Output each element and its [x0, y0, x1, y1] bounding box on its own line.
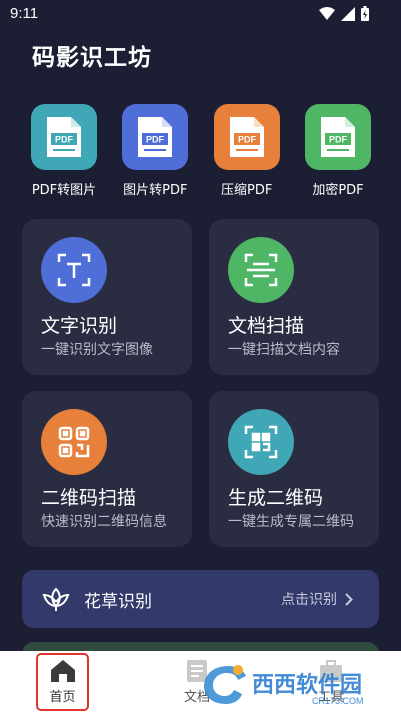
- battery-icon: [361, 6, 369, 21]
- tool-label: PDF转图片: [31, 183, 97, 198]
- flower-icon: [42, 587, 70, 611]
- pdf-file-icon: PDF: [122, 104, 189, 170]
- svg-text:PDF: PDF: [329, 135, 348, 145]
- card-title: 文字识别: [41, 315, 118, 337]
- qr-code-icon: [41, 409, 107, 475]
- card-subtitle: 一键扫描文档内容: [228, 342, 340, 358]
- qr-generate-icon: [228, 409, 294, 475]
- pdf-file-icon: PDF: [304, 104, 371, 170]
- card-title: 生成二维码: [228, 487, 324, 509]
- chevron-right-icon: [345, 592, 353, 606]
- svg-text:PDF: PDF: [146, 135, 165, 145]
- card-subtitle: 一键识别文字图像: [41, 342, 153, 358]
- card-title: 二维码扫描: [41, 487, 137, 509]
- watermark-text: 西西软件园: [252, 672, 362, 698]
- status-icons: [319, 6, 369, 21]
- wifi-icon: [319, 6, 335, 20]
- pdf-file-icon: PDF: [31, 104, 97, 170]
- flower-recognition-banner[interactable]: 花草识别 点击识别: [22, 570, 379, 628]
- tool-pdf-to-image[interactable]: PDF PDF转图片: [20, 104, 108, 198]
- card-text-recognition[interactable]: 文字识别 一键识别文字图像: [22, 219, 192, 375]
- banner-action-label: 点击识别: [281, 592, 337, 608]
- watermark-logo: 西西软件园 CR173.COM: [204, 665, 364, 706]
- nav-label: 首页: [49, 690, 76, 705]
- home-icon: [50, 660, 75, 682]
- card-title: 文档扫描: [228, 315, 305, 337]
- status-bar: 9:11: [0, 0, 401, 28]
- card-qr-generate[interactable]: 生成二维码 一键生成专属二维码: [209, 391, 379, 547]
- tool-encrypt-pdf[interactable]: PDF 加密PDF: [294, 104, 382, 198]
- app-title: 码影识工坊: [32, 45, 152, 71]
- tool-compress-pdf[interactable]: PDF 压缩PDF: [203, 104, 291, 198]
- status-time: 9:11: [10, 5, 39, 22]
- pdf-tools-row: PDF PDF转图片 PDF 图片转PDF PDF 压缩PDF PDF 加密PD…: [20, 104, 382, 198]
- svg-text:PDF: PDF: [238, 135, 257, 145]
- card-subtitle: 一键生成专属二维码: [228, 514, 354, 530]
- document-scan-icon: [228, 237, 294, 303]
- pdf-file-icon: PDF: [213, 104, 280, 170]
- text-scan-icon: [41, 237, 107, 303]
- tool-label: 压缩PDF: [220, 183, 273, 198]
- tool-image-to-pdf[interactable]: PDF 图片转PDF: [111, 104, 199, 198]
- tool-label: 图片转PDF: [123, 183, 188, 198]
- banner-title: 花草识别: [84, 591, 152, 612]
- card-document-scan[interactable]: 文档扫描 一键扫描文档内容: [209, 219, 379, 375]
- nav-home[interactable]: 首页: [36, 653, 89, 711]
- card-qr-scan[interactable]: 二维码扫描 快速识别二维码信息: [22, 391, 192, 547]
- card-subtitle: 快速识别二维码信息: [41, 514, 167, 530]
- watermark-url: CR173.COM: [312, 696, 364, 706]
- tool-label: 加密PDF: [312, 183, 364, 198]
- signal-icon: [341, 6, 355, 21]
- svg-text:PDF: PDF: [55, 135, 74, 145]
